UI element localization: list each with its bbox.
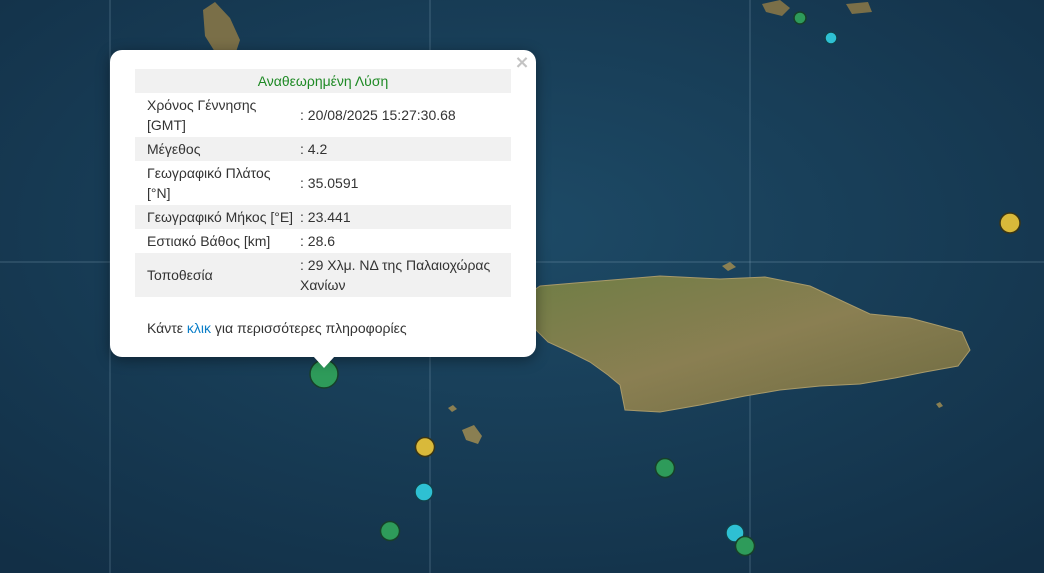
- row-value: : 28.6: [300, 233, 336, 249]
- green-event-marker[interactable]: [734, 535, 756, 557]
- row-value: : 20/08/2025 15:27:30.68: [300, 107, 456, 123]
- row-label: Τοποθεσία: [135, 253, 295, 297]
- cyan-event-marker[interactable]: [824, 31, 838, 45]
- row-label: Γεωγραφικό Μήκος [°E]: [135, 205, 295, 229]
- more-info-link[interactable]: κλικ: [187, 320, 211, 336]
- table-row: Χρόνος Γέννησης [GMT] : 20/08/2025 15:27…: [135, 93, 511, 137]
- row-label: Χρόνος Γέννησης [GMT]: [147, 97, 257, 133]
- green-event-marker[interactable]: [654, 457, 676, 479]
- table-row: Γεωγραφικό Μήκος [°E] : 23.441: [135, 205, 511, 229]
- cyan-event-marker[interactable]: [414, 482, 434, 502]
- table-row: Τοποθεσία : 29 Χλμ. ΝΔ της Παλαιοχώρας Χ…: [135, 253, 511, 297]
- row-label: Εστιακό Βάθος [km]: [147, 233, 271, 249]
- more-info-prefix: Κάντε: [147, 320, 187, 336]
- green-event-marker[interactable]: [379, 520, 401, 542]
- table-row: Εστιακό Βάθος [km] : 28.6: [135, 229, 511, 253]
- yellow-event-marker[interactable]: [999, 212, 1021, 234]
- popup-tip: [313, 356, 335, 368]
- row-value: : 4.2: [295, 137, 511, 161]
- more-info-suffix: για περισσότερες πληροφορίες: [211, 320, 407, 336]
- row-label: Μέγεθος: [135, 137, 295, 161]
- green-event-marker[interactable]: [793, 11, 807, 25]
- row-value: : 29 Χλμ. ΝΔ της Παλαιοχώρας Χανίων: [295, 253, 511, 297]
- row-value: : 23.441: [295, 205, 511, 229]
- popup-title: Αναθεωρημένη Λύση: [135, 69, 511, 93]
- table-row: Μέγεθος : 4.2: [135, 137, 511, 161]
- earthquake-info-popup: × Αναθεωρημένη Λύση Χρόνος Γέννησης [GMT…: [110, 50, 536, 357]
- yellow-event-marker[interactable]: [414, 436, 436, 458]
- table-row: Γεωγραφικό Πλάτος [°N] : 35.0591: [135, 161, 511, 205]
- close-popup-button[interactable]: ×: [514, 54, 530, 72]
- row-label: Γεωγραφικό Πλάτος [°N]: [147, 165, 271, 201]
- row-value: : 35.0591: [300, 175, 359, 191]
- more-info-line: Κάντε κλικ για περισσότερες πληροφορίες: [147, 320, 407, 336]
- event-details-table: Αναθεωρημένη Λύση Χρόνος Γέννησης [GMT] …: [135, 69, 511, 297]
